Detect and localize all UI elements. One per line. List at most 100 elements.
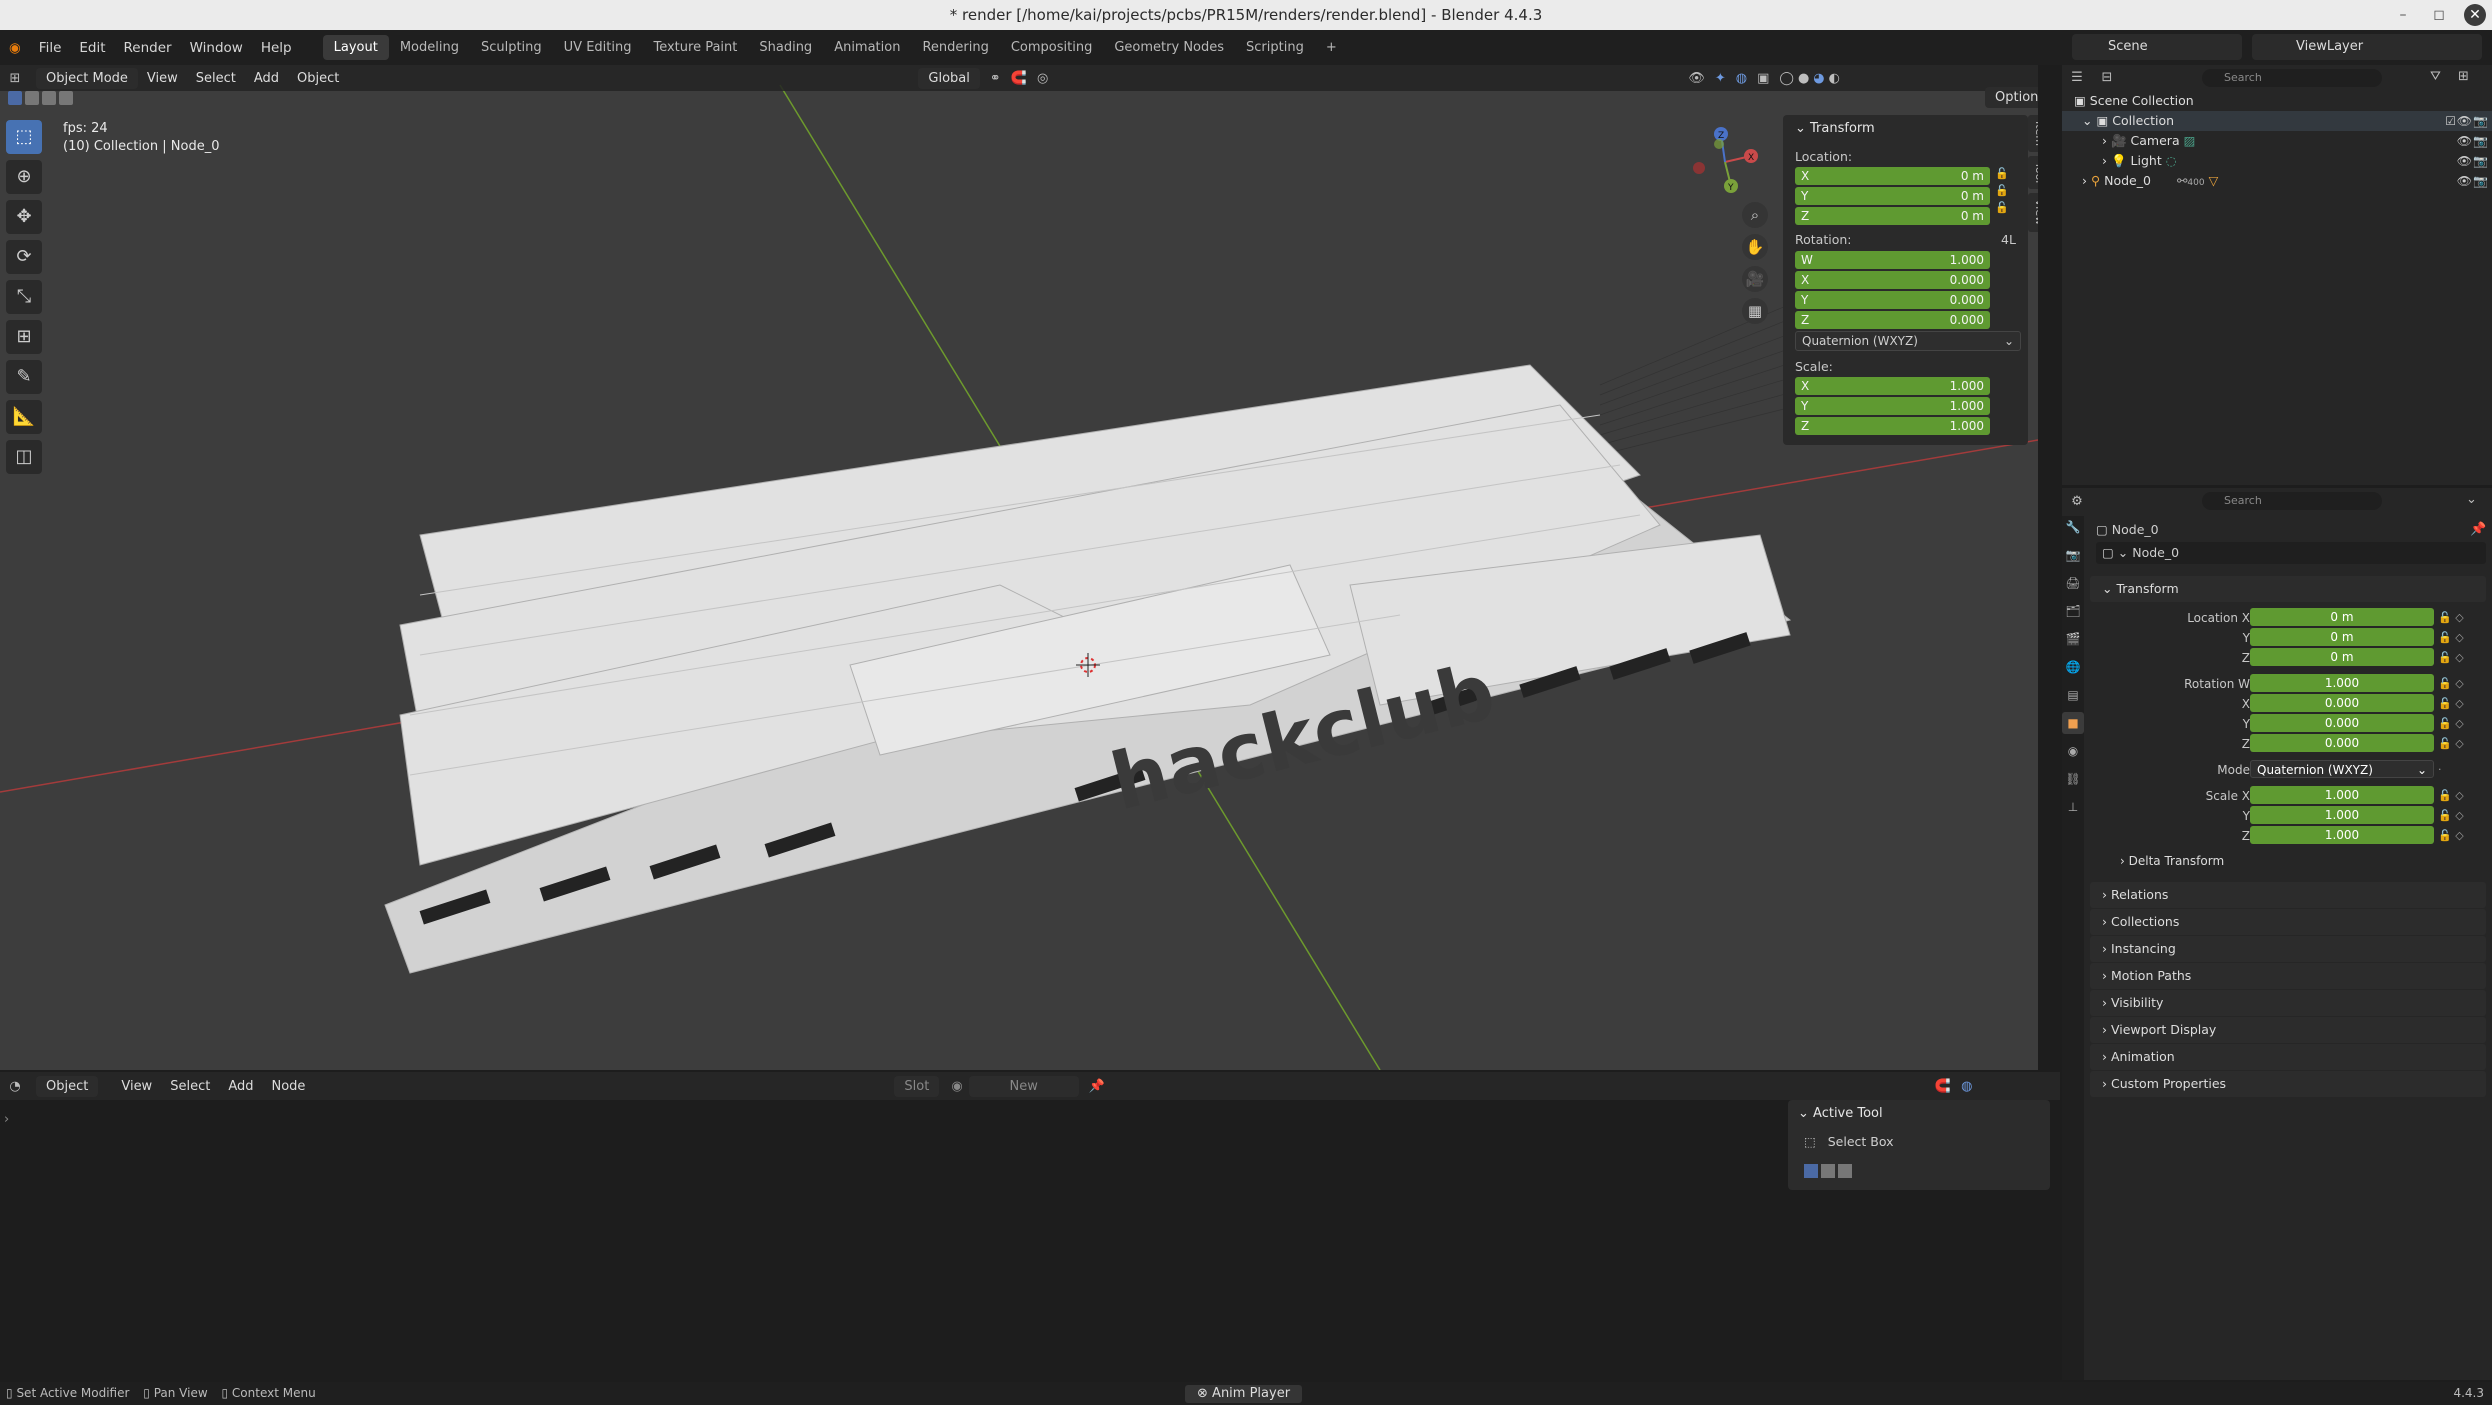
eye-icon[interactable]: 👁 [2457,171,2472,191]
prop-value[interactable]: 0.000 [2250,694,2434,712]
outliner-row-scene-collection[interactable]: ▣ Scene Collection [2062,91,2492,111]
minimize-icon[interactable]: – [2392,4,2414,26]
gizmo-toggle-icon[interactable]: ✦ [1715,71,1726,86]
3d-viewport[interactable]: hackclub ⊞ Object Mode View Select Add O… [0,65,2038,1070]
select-intersect-icon[interactable] [59,91,73,105]
scale-z-field[interactable]: Z 1.000 [1795,417,1990,435]
prop-value[interactable]: 0 m [2250,608,2434,626]
filter-icon[interactable]: ⛛ [2430,69,2441,84]
viewlayer-selector[interactable]: ViewLayer [2252,34,2482,60]
rotate-tool-icon[interactable]: ⟳ [6,240,42,274]
node-menu-add[interactable]: Add [219,1079,262,1094]
prop-value[interactable]: 1.000 [2250,786,2434,804]
prop-value[interactable]: 0 m [2250,648,2434,666]
scale-y-field[interactable]: Y 1.000 [1795,397,1990,415]
outliner-row-camera[interactable]: › 🎥 Camera ▨ 👁 📷 [2062,131,2492,151]
chevron-right-icon[interactable]: › [2102,153,2107,168]
menu-render[interactable]: Render [115,40,181,56]
camera-icon[interactable]: 📷 [2473,111,2488,131]
shading-wireframe-icon[interactable]: ◯ [1779,71,1794,86]
snap-icon[interactable]: 🧲 [1011,71,1027,86]
section-motion-paths[interactable]: › Motion Paths [2090,963,2486,989]
add-workspace-icon[interactable]: + [1315,35,1348,60]
new-collection-icon[interactable]: ⊞ [2458,69,2469,84]
select-subtract-icon[interactable] [42,91,56,105]
section-animation[interactable]: › Animation [2090,1044,2486,1070]
outliner-row-collection[interactable]: ⌄ ▣ Collection ☑ 👁 📷 [2062,111,2492,131]
editor-type-icon[interactable]: ⊞ [0,71,30,86]
section-collections[interactable]: › Collections [2090,909,2486,935]
camera-data-icon[interactable]: ▨ [2184,133,2196,148]
overlay-toggle-icon[interactable]: ◍ [1736,71,1747,86]
properties-search-input[interactable]: Search [2202,492,2382,510]
section-relations[interactable]: › Relations [2090,882,2486,908]
transform-tool-icon[interactable]: ⊞ [6,320,42,354]
annotate-tool-icon[interactable]: ✎ [6,360,42,394]
outliner-search-input[interactable]: Search [2202,69,2382,87]
lock-keyframe-icon[interactable]: 🔓 ◇ [2438,806,2464,826]
tab-animation[interactable]: Animation [823,35,911,60]
lock-keyframe-icon[interactable]: 🔓 ◇ [2438,674,2464,694]
active-tool-row[interactable]: ⬚ Select Box [1804,1134,1894,1149]
rotation-mode-dropdown[interactable]: Quaternion (WXYZ) ⌄ [1795,331,2021,351]
prop-value[interactable]: 0.000 [2250,734,2434,752]
editor-type-icon[interactable]: ◔ [0,1079,30,1094]
snap-icon[interactable]: 🧲 [1935,1079,1951,1094]
prop-value[interactable]: 1.000 [2250,806,2434,824]
tab-layout[interactable]: Layout [322,35,389,60]
select-subtract-icon[interactable] [1838,1164,1852,1178]
location-x-field[interactable]: X 0 m [1795,167,1990,185]
tab-sculpting[interactable]: Sculpting [470,35,553,60]
select-extend-icon[interactable] [25,91,39,105]
viewport-menu-view[interactable]: View [138,71,187,86]
lock-keyframe-icon[interactable]: 🔓 ◇ [2438,786,2464,806]
output-tab-icon[interactable]: 🖨 [2062,572,2084,594]
tab-rendering[interactable]: Rendering [911,35,999,60]
chevron-right-icon[interactable]: › [2082,173,2087,188]
location-z-field[interactable]: Z 0 m [1795,207,1990,225]
proportional-edit-icon[interactable]: ◎ [1037,71,1048,86]
delta-transform-subpanel[interactable]: › Delta Transform [2120,854,2224,868]
outliner-row-node0[interactable]: › ⚲ Node_0 ⚯400 ▽ 👁 📷 [2062,171,2492,191]
scale-tool-icon[interactable]: ⤡ [6,280,42,314]
orientation-selector[interactable]: Global [918,67,980,89]
measure-tool-icon[interactable]: 📐 [6,400,42,434]
cursor-tool-icon[interactable]: ⊕ [6,160,42,194]
eye-icon[interactable]: 👁 [2457,131,2472,151]
select-box-tool-icon[interactable]: ⬚ [6,120,42,154]
tab-shading[interactable]: Shading [748,35,823,60]
light-data-icon[interactable]: ◌ [2166,153,2177,168]
lock-keyframe-icon[interactable]: 🔓 ◇ [2438,734,2464,754]
mesh-data-icon[interactable]: ▽ [2209,173,2219,188]
pivot-icon[interactable]: ⚭ [990,71,1001,86]
render-tab-icon[interactable]: 📷 [2062,544,2084,566]
viewport-scene[interactable]: hackclub [0,65,2038,1070]
collapse-arrow-icon[interactable]: › [4,1112,9,1127]
tab-view[interactable]: View [2028,193,2038,232]
section-instancing[interactable]: › Instancing [2090,936,2486,962]
navigation-gizmo[interactable]: X Y Z [1685,122,1765,202]
select-new-icon[interactable] [1804,1164,1818,1178]
viewport-menu-select[interactable]: Select [187,71,245,86]
node-editor[interactable]: ◔ Object View Select Add Node Slot ◉ New… [0,1072,2060,1380]
lock-icon[interactable]: 🔓 [1995,201,2009,214]
eye-icon[interactable]: 👁 [2457,151,2472,171]
menu-edit[interactable]: Edit [70,40,114,56]
menu-window[interactable]: Window [181,40,252,56]
lock-keyframe-icon[interactable]: 🔓 ◇ [2438,714,2464,734]
tab-scripting[interactable]: Scripting [1235,35,1315,60]
pin-icon[interactable]: 📌 [2470,522,2486,537]
tab-uv-editing[interactable]: UV Editing [553,35,643,60]
section-visibility[interactable]: › Visibility [2090,990,2486,1016]
camera-icon[interactable]: 📷 [2473,151,2488,171]
shader-type-selector[interactable]: Object [36,1075,99,1097]
maximize-icon[interactable]: ◻ [2428,4,2450,26]
lock-keyframe-icon[interactable]: 🔓 ◇ [2438,648,2464,668]
rotation-w-field[interactable]: W 1.000 [1795,251,1990,269]
object-datablock-field[interactable]: ▢ ⌄ Node_0 [2096,542,2486,564]
scene-selector[interactable]: Scene [2072,34,2242,60]
section-viewport-display[interactable]: › Viewport Display [2090,1017,2486,1043]
eye-icon[interactable]: 👁 [2457,111,2472,131]
tab-texture-paint[interactable]: Texture Paint [642,35,748,60]
scale-x-field[interactable]: X 1.000 [1795,377,1990,395]
